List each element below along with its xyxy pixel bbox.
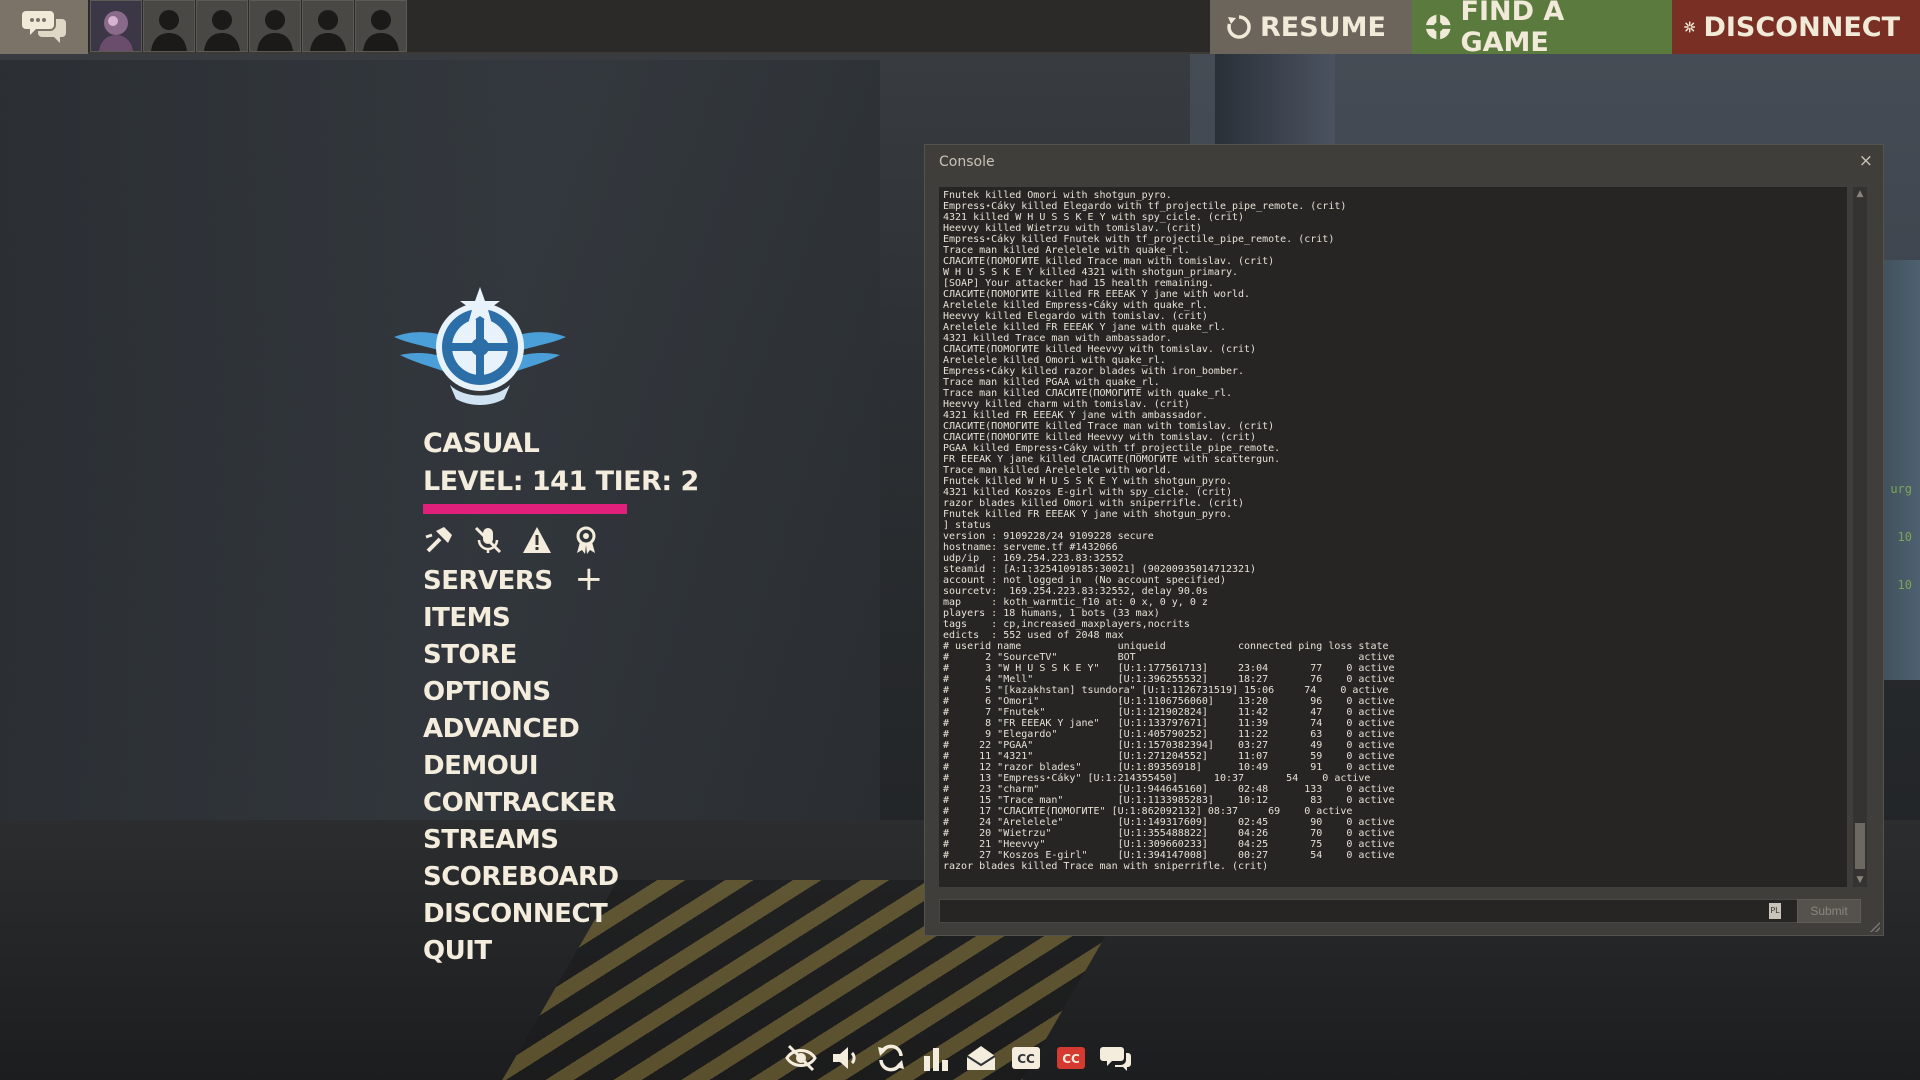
- menu-item-label: STORE: [423, 639, 517, 670]
- svg-text:CC: CC: [1017, 1052, 1035, 1066]
- mail-icon[interactable]: [965, 1042, 997, 1074]
- console-command-field[interactable]: [940, 900, 1802, 922]
- menu-item-label: CONTRACKER: [423, 787, 616, 818]
- find-a-game-button[interactable]: FIND A GAME: [1412, 0, 1672, 58]
- disconnect-icon: [1684, 21, 1696, 33]
- refresh-icon[interactable]: [875, 1042, 907, 1074]
- plus-icon[interactable]: +: [575, 562, 604, 596]
- scroll-down-arrow-icon[interactable]: ▼: [1853, 873, 1867, 887]
- silhouette-icon: [257, 10, 293, 51]
- silhouette-icon: [151, 10, 187, 51]
- menu-item-disconnect[interactable]: DISCONNECT: [423, 895, 619, 932]
- console-window: Console × Fnutek killed Omori with shotg…: [924, 144, 1884, 936]
- party-slot-empty[interactable]: [196, 0, 248, 52]
- console-log-text: Fnutek killed Omori with shotgun_pyro. E…: [943, 190, 1395, 872]
- menu-item-label: SERVERS: [423, 565, 553, 596]
- game-mode-title: CASUAL: [423, 428, 540, 459]
- bar-chart-icon[interactable]: [920, 1042, 952, 1074]
- hammer-icon[interactable]: [423, 524, 455, 556]
- find-game-icon: [1425, 14, 1451, 40]
- menu-item-label: SCOREBOARD: [423, 861, 619, 892]
- silhouette-icon: [310, 10, 346, 51]
- top-bar: RESUME FIND A GAME DISCONNECT: [0, 0, 1920, 58]
- find-a-game-label: FIND A GAME: [1460, 0, 1565, 58]
- menu-item-label: DISCONNECT: [423, 898, 608, 929]
- menu-item-label: DEMOUI: [423, 750, 539, 781]
- menu-item-quit[interactable]: QUIT: [423, 932, 619, 969]
- achievement-icon[interactable]: [570, 524, 602, 556]
- submit-button[interactable]: Submit: [1797, 899, 1861, 923]
- resize-grip-icon[interactable]: [1870, 922, 1880, 932]
- party-slot-player[interactable]: [90, 0, 142, 52]
- silhouette-icon: [204, 10, 240, 51]
- menu-item-servers[interactable]: SERVERS +: [423, 562, 619, 599]
- close-icon[interactable]: ×: [1859, 151, 1873, 171]
- svg-text:CC: CC: [1062, 1052, 1080, 1066]
- party-slots: [90, 0, 407, 54]
- resume-icon: [1227, 15, 1251, 39]
- menu-item-demoui[interactable]: DEMOUI: [423, 747, 619, 784]
- scroll-up-arrow-icon[interactable]: ▲: [1853, 187, 1867, 201]
- party-slot-empty[interactable]: [355, 0, 407, 52]
- closed-captions-red-icon[interactable]: CC: [1055, 1042, 1087, 1074]
- input-language-indicator: PL: [1769, 903, 1781, 919]
- level-progress-bar: [423, 504, 627, 514]
- speaker-icon[interactable]: [830, 1042, 862, 1074]
- console-command-input[interactable]: [939, 899, 1803, 923]
- main-menu-list: SERVERS + ITEMS STORE OPTIONS ADVANCED D…: [423, 562, 619, 969]
- party-slot-empty[interactable]: [249, 0, 301, 52]
- console-output[interactable]: Fnutek killed Omori with shotgun_pyro. E…: [939, 187, 1847, 887]
- resume-label: RESUME: [1260, 11, 1386, 43]
- menu-item-label: QUIT: [423, 935, 492, 966]
- menu-item-options[interactable]: OPTIONS: [423, 673, 619, 710]
- menu-item-contracker[interactable]: CONTRACKER: [423, 784, 619, 821]
- top-right-buttons: RESUME FIND A GAME DISCONNECT: [1210, 0, 1920, 58]
- menu-item-advanced[interactable]: ADVANCED: [423, 710, 619, 747]
- rank-badge: [394, 287, 566, 405]
- muted-microphone-icon[interactable]: [472, 524, 504, 556]
- silhouette-icon: [363, 10, 399, 51]
- menu-item-items[interactable]: ITEMS: [423, 599, 619, 636]
- warning-icon[interactable]: [521, 524, 553, 556]
- party-slot-empty[interactable]: [143, 0, 195, 52]
- menu-item-streams[interactable]: STREAMS: [423, 821, 619, 858]
- side-text-3: 10: [1897, 578, 1912, 592]
- menu-item-label: ITEMS: [423, 602, 511, 633]
- menu-item-store[interactable]: STORE: [423, 636, 619, 673]
- disconnect-label: DISCONNECT: [1703, 11, 1900, 43]
- party-slot-empty[interactable]: [302, 0, 354, 52]
- menu-item-scoreboard[interactable]: SCOREBOARD: [423, 858, 619, 895]
- scrollbar-thumb[interactable]: [1855, 823, 1865, 869]
- menu-item-label: OPTIONS: [423, 676, 551, 707]
- side-text-2: 10: [1897, 530, 1912, 544]
- chat-icon: [22, 11, 66, 43]
- player-avatar: [91, 1, 141, 51]
- side-text-1: urg: [1890, 482, 1912, 496]
- menu-item-label: STREAMS: [423, 824, 559, 855]
- resume-button[interactable]: RESUME: [1210, 0, 1412, 54]
- disconnect-button[interactable]: DISCONNECT: [1672, 0, 1920, 54]
- closed-captions-icon[interactable]: CC: [1010, 1042, 1042, 1074]
- console-scrollbar[interactable]: ▲ ▼: [1853, 187, 1867, 887]
- chat-button[interactable]: [0, 0, 88, 54]
- hidden-eye-icon[interactable]: [785, 1042, 817, 1074]
- background-pillar: [1215, 52, 1335, 152]
- console-title: Console: [939, 154, 995, 170]
- menu-quick-icons: [423, 524, 602, 556]
- bottom-toolbar: CC CC: [785, 1042, 1132, 1074]
- level-tier-text: LEVEL: 141 TIER: 2: [423, 466, 699, 497]
- menu-item-label: ADVANCED: [423, 713, 580, 744]
- chat-bubbles-icon[interactable]: [1100, 1042, 1132, 1074]
